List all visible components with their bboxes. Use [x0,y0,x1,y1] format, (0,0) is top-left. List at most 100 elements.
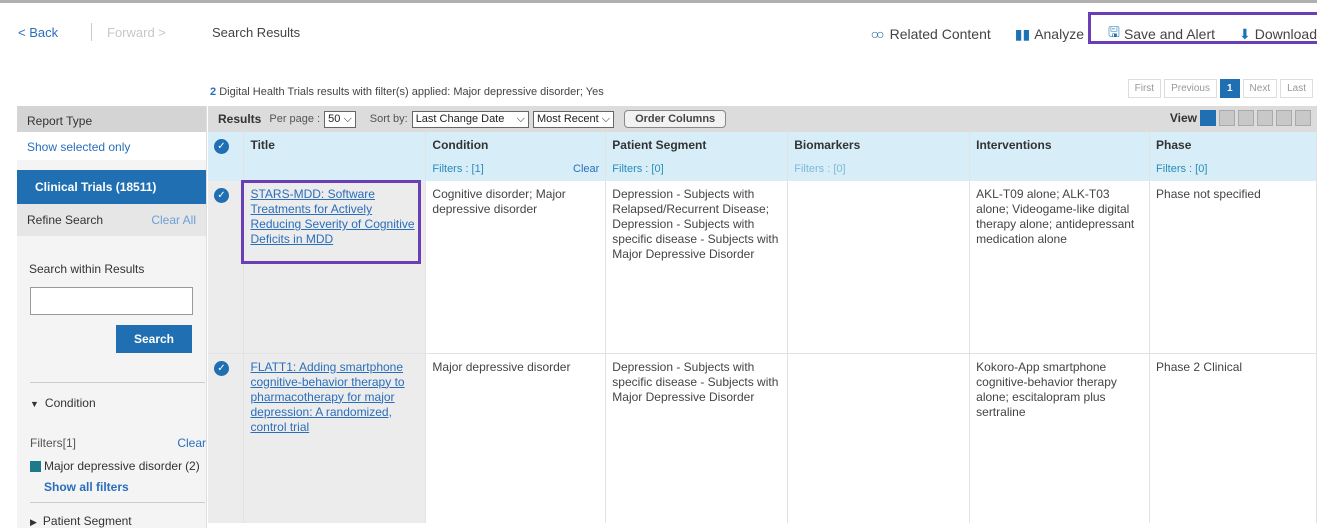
column-header-biomarkers[interactable]: Biomarkers [787,132,971,160]
filter-item-mdd[interactable]: Major depressive disorder (2) [30,459,200,473]
analyze-button[interactable]: ▮▮ Analyze [1003,26,1096,43]
refine-search-label: Refine Search [27,213,104,227]
filter-cell-empty [243,160,427,181]
search-button[interactable]: Search [116,325,192,353]
page-current[interactable]: 1 [1219,79,1240,98]
sidebar: Report Type Show selected only Clinical … [17,106,207,528]
forward-button[interactable]: Forward > [107,25,166,40]
sort-label: Sort by: [369,113,408,125]
search-within-label: Search within Results [29,262,145,276]
pie-view-icon[interactable] [1276,110,1292,126]
biomarkers-filter-link[interactable]: Filters : [0] [787,160,971,181]
filter-item-mdd-label: Major depressive disorder [44,459,183,473]
title-cell: STARS-MDD: Software Treatments for Activ… [243,181,427,353]
condition-cell: Major depressive disorder [425,352,607,523]
show-all-filters-link[interactable]: Show all filters [44,480,129,494]
back-button[interactable]: < Back [18,25,58,40]
page-next[interactable]: Next [1242,79,1278,98]
grid-view-icon[interactable] [1200,110,1216,126]
table-row: ✓ STARS-MDD: Software Treatments for Act… [208,181,1317,353]
breadcrumb: Search Results [212,25,301,40]
condition-clear-link[interactable]: Clear [177,436,206,450]
condition-filter-clear[interactable]: Clear [573,163,599,175]
view-switcher: View [1170,110,1311,126]
page-previous[interactable]: Previous [1164,79,1217,98]
trial-title-link[interactable]: FLATT1: Adding smartphone cognitive-beha… [250,360,404,434]
chevron-down-icon: ⌵ [343,112,352,125]
results-summary: 2 Digital Health Trials results with fil… [210,86,604,98]
check-icon: ✓ [214,360,229,376]
condition-filters-count: Filters[1] [30,436,77,450]
table-row: ✓ FLATT1: Adding smartphone cognitive-be… [208,352,1317,523]
filter-item-mdd-count: (2) [185,459,200,473]
patient-segment-cell: Depression - Subjects with specific dise… [605,352,789,523]
show-selected-link[interactable]: Show selected only [17,132,206,160]
column-header-title[interactable]: Title [243,132,427,160]
page-first[interactable]: First [1127,79,1162,98]
biomarkers-cell [787,181,971,353]
table-header-row: ✓ Title Condition Patient Segment Biomar… [208,132,1317,160]
nav-divider [91,23,92,41]
row-select-cell[interactable]: ✓ [208,352,245,523]
results-label: Results [218,112,262,126]
patient-filter-link[interactable]: Filters : [0] [605,160,789,181]
order-value: Most Recent [536,112,599,125]
order-select[interactable]: Most Recent ⌵ [532,110,615,128]
results-toolbar: Results Per page : 50 ⌵ Sort by: Last Ch… [208,106,1317,132]
trial-title-link[interactable]: STARS-MDD: Software Treatments for Activ… [250,187,414,246]
patient-segment-facet-toggle[interactable]: ▶ Patient Segment [30,514,132,528]
checkbox-checked-icon [30,460,41,472]
filter-cell-empty [969,160,1151,181]
link-icon: ○○ [870,26,885,42]
results-table: ✓ Title Condition Patient Segment Biomar… [208,132,1317,523]
condition-filters: Filters[1] Clear [30,436,206,450]
per-page-select[interactable]: 50 ⌵ [324,110,356,128]
divider [30,502,205,503]
bar-view-icon[interactable] [1257,110,1273,126]
chevron-down-icon: ⌵ [516,112,525,125]
column-header-interventions[interactable]: Interventions [969,132,1151,160]
report-type-header: Report Type [17,106,206,132]
column-header-condition[interactable]: Condition [425,132,607,160]
divider [30,382,205,383]
filter-cell-empty [208,160,245,181]
per-page-value: 50 [328,112,341,125]
phase-filter-link[interactable]: Filters : [0] [1149,160,1317,181]
patient-segment-facet-label: Patient Segment [42,514,132,528]
view-label: View [1169,111,1197,125]
phase-cell: Phase 2 Clinical [1149,352,1317,523]
detail-view-icon[interactable] [1295,110,1311,126]
row-select-cell[interactable]: ✓ [208,181,245,353]
select-all-cell[interactable]: ✓ [208,132,245,160]
condition-filter-link[interactable]: Filters : [1] [432,163,483,175]
clinical-trials-tab[interactable]: Clinical Trials (18511) [17,170,206,204]
check-icon: ✓ [214,139,229,154]
filter-cell-condition: Filters : [1] Clear [425,160,607,181]
interventions-cell: Kokoro-App smartphone cognitive-behavior… [969,352,1151,523]
interventions-cell: AKL-T09 alone; ALK-T03 alone; Videogame-… [969,181,1151,353]
biomarkers-cell [787,352,971,523]
column-view-icon[interactable] [1219,110,1235,126]
clear-all-link[interactable]: Clear All [151,213,196,227]
patient-segment-cell: Depression - Subjects with Relapsed/Recu… [605,181,789,353]
pagination: First Previous 1 Next Last [1127,79,1313,98]
order-columns-button[interactable]: Order Columns [624,110,727,128]
page-last[interactable]: Last [1280,79,1313,98]
related-content-label: Related Content [889,26,991,42]
triangle-down-icon: ▼ [30,399,39,409]
condition-facet-toggle[interactable]: ▼ Condition [30,396,96,410]
column-header-patient-segment[interactable]: Patient Segment [605,132,789,160]
condition-cell: Cognitive disorder; Major depressive dis… [425,181,607,353]
check-icon: ✓ [214,188,229,203]
analyze-label: Analyze [1034,26,1084,42]
related-content-button[interactable]: ○○ Related Content [859,26,1003,42]
highlight-box-tools [1088,12,1317,44]
results-count: 2 [210,86,217,98]
sort-select[interactable]: Last Change Date ⌵ [411,110,529,128]
triangle-right-icon: ▶ [30,517,37,527]
search-within-input[interactable] [30,287,193,315]
results-summary-text: Digital Health Trials results with filte… [219,86,604,98]
list-view-icon[interactable] [1238,110,1254,126]
refine-search-header: Refine Search Clear All [17,204,206,236]
column-header-phase[interactable]: Phase [1149,132,1317,160]
